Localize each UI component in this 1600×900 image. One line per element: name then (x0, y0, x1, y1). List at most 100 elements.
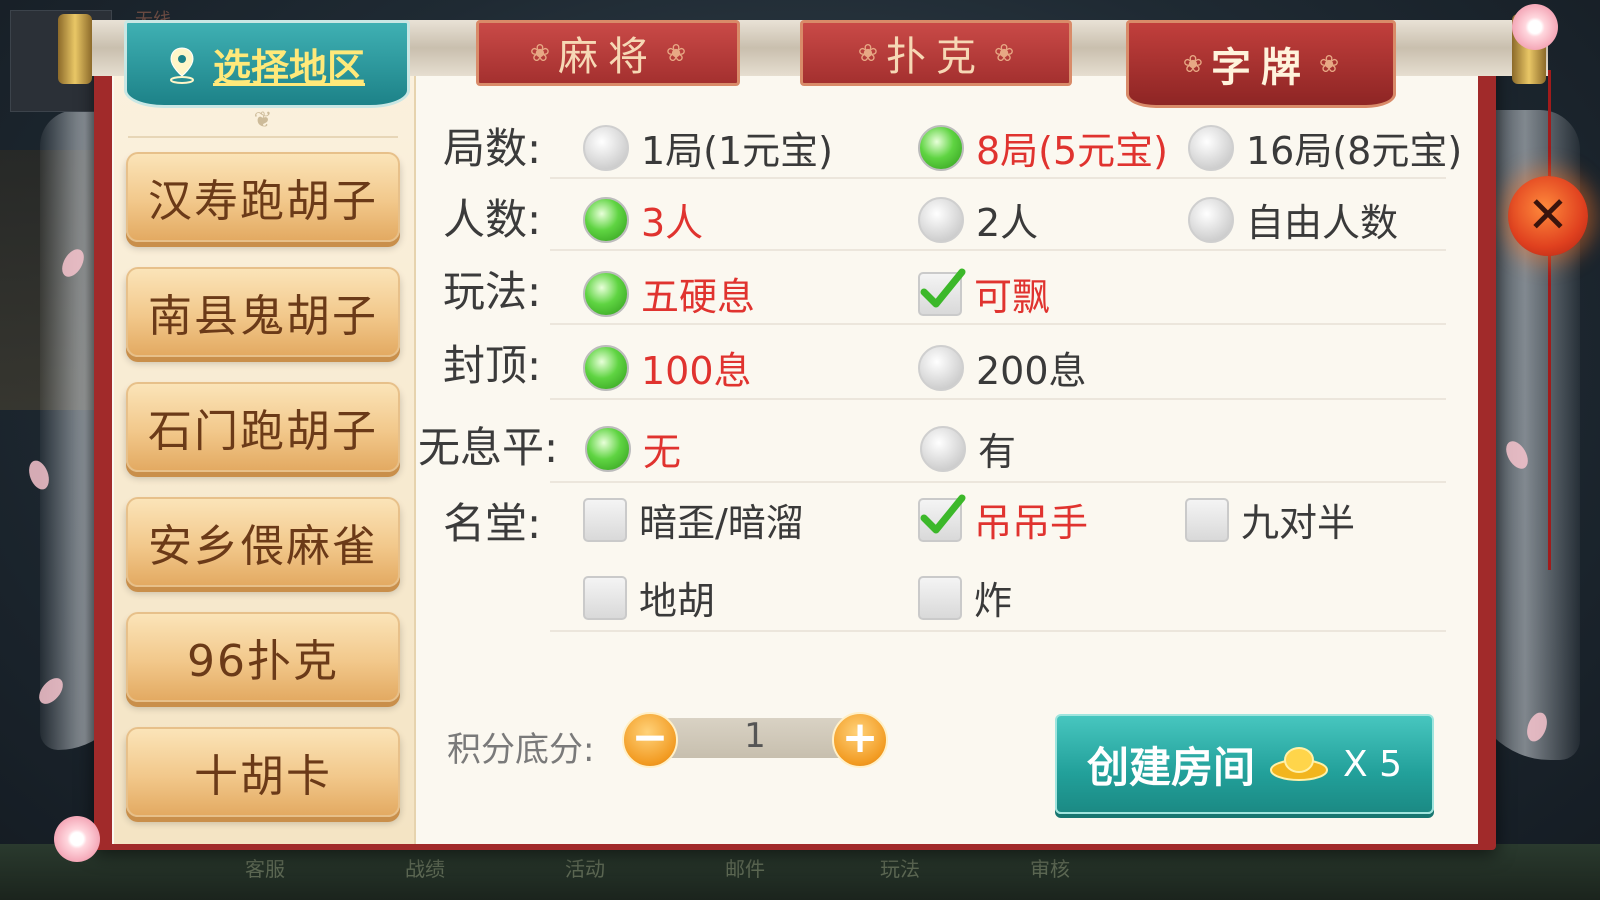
tab-mahjong-label: 麻将 (558, 34, 658, 80)
game-item[interactable]: 石门跑胡子 (126, 382, 400, 472)
option-label: 8局(5元宝) (976, 129, 1169, 173)
tab-mahjong[interactable]: ❀ 麻将 ❀ (476, 20, 740, 86)
cap-option-100[interactable]: 100息 (583, 340, 752, 395)
noxi-option-none[interactable]: 无 (585, 421, 681, 476)
radio-selected-icon (918, 124, 964, 171)
option-label: 地胡 (639, 579, 716, 623)
rounds-label: 局数: (443, 124, 542, 173)
nav-activity: 活动 (565, 857, 605, 881)
game-item[interactable]: 南县鬼胡子 (126, 267, 400, 357)
radio-icon (583, 124, 629, 171)
room-cost: X 5 (1343, 743, 1403, 785)
nav-rules: 玩法 (880, 857, 920, 881)
hall-option-dihu[interactable]: 地胡 (583, 570, 715, 625)
ornament-icon: ❀ (1319, 50, 1340, 78)
option-label: 九对半 (1241, 501, 1356, 545)
create-room-button[interactable]: 创建房间 X 5 (1055, 714, 1434, 814)
hall-option-zha[interactable]: 炸 (918, 570, 1012, 625)
row-divider (550, 398, 1446, 400)
tab-zipai-label: 字牌 (1211, 45, 1311, 91)
noxi-label: 无息平: (418, 423, 559, 472)
game-item[interactable]: 96扑克 (126, 612, 400, 702)
lantern-string (1548, 70, 1551, 570)
row-divider (550, 481, 1446, 483)
gold-ingot-icon (1269, 742, 1329, 786)
checkbox-icon (1185, 497, 1229, 542)
cap-option-200[interactable]: 200息 (918, 340, 1087, 395)
nav-record: 战绩 (405, 857, 445, 881)
bottom-nav-bar: 客服 战绩 活动 邮件 玩法 审核 (0, 844, 1600, 900)
nav-mail: 邮件 (725, 857, 765, 881)
ornament-icon: ❀ (1182, 50, 1203, 78)
region-select-button[interactable]: 选择地区 (124, 20, 410, 108)
hall-label: 名堂: (443, 499, 542, 548)
option-label: 吊吊手 (974, 501, 1089, 545)
option-label: 200息 (976, 349, 1087, 393)
nav-review: 审核 (1030, 857, 1070, 881)
players-option-free[interactable]: 自由人数 (1188, 192, 1398, 247)
option-label: 1局(1元宝) (641, 129, 834, 173)
radio-icon (918, 344, 964, 391)
play-option-kepiao[interactable]: 可飘 (918, 266, 1050, 321)
rounds-option-16[interactable]: 16局(8元宝) (1188, 120, 1462, 175)
game-item[interactable]: 十胡卡 (126, 727, 400, 817)
radio-selected-icon (583, 270, 629, 317)
cherry-blossom-icon (1512, 4, 1558, 50)
radio-selected-icon (585, 425, 631, 472)
row-divider (550, 177, 1446, 179)
players-option-2[interactable]: 2人 (918, 192, 1038, 247)
close-button[interactable]: ✕ (1508, 176, 1588, 256)
score-label: 积分底分: (447, 730, 595, 770)
hall-option-anwai[interactable]: 暗歪/暗溜 (583, 492, 804, 547)
option-label: 2人 (976, 201, 1039, 245)
play-option-wuyingxi[interactable]: 五硬息 (583, 266, 755, 321)
decrement-button[interactable]: − (622, 712, 678, 768)
row-divider (550, 249, 1446, 251)
players-label: 人数: (443, 195, 542, 244)
rounds-option-8[interactable]: 8局(5元宝) (918, 120, 1168, 175)
radio-icon (920, 425, 966, 472)
checkbox-checked-icon (918, 494, 966, 542)
rod-cap-left (58, 14, 92, 84)
tab-poker-label: 扑克 (886, 34, 986, 80)
radio-icon (918, 196, 964, 243)
nav-service: 客服 (245, 857, 285, 881)
rounds-option-1[interactable]: 1局(1元宝) (583, 120, 833, 175)
checkbox-icon (583, 575, 627, 620)
play-label: 玩法: (443, 267, 542, 316)
row-divider (550, 323, 1446, 325)
hall-option-jiuduiban[interactable]: 九对半 (1185, 492, 1355, 547)
cap-label: 封顶: (443, 341, 542, 390)
option-label: 暗歪/暗溜 (639, 501, 804, 545)
option-label: 无 (643, 430, 682, 474)
ornament-icon: ❀ (857, 39, 878, 67)
checkbox-icon (583, 497, 627, 542)
hall-option-diaodiaoshou[interactable]: 吊吊手 (918, 492, 1088, 547)
radio-icon (1188, 196, 1234, 243)
option-label: 自由人数 (1246, 201, 1399, 245)
game-item[interactable]: 汉寿跑胡子 (126, 152, 400, 242)
checkbox-icon (918, 575, 962, 620)
ornament-icon: ❀ (529, 39, 550, 67)
game-item[interactable]: 安乡偎麻雀 (126, 497, 400, 587)
option-label: 可飘 (974, 275, 1051, 319)
radio-selected-icon (583, 344, 629, 391)
location-pin-icon (169, 46, 195, 84)
option-label: 3人 (641, 201, 704, 245)
increment-button[interactable]: + (832, 712, 888, 768)
checkbox-checked-icon (918, 268, 966, 316)
sidebar-ornament: ❦ (128, 108, 398, 138)
ornament-icon: ❀ (666, 39, 687, 67)
tab-zipai[interactable]: ❀ 字牌 ❀ (1126, 20, 1396, 108)
radio-icon (1188, 124, 1234, 171)
radio-selected-icon (583, 196, 629, 243)
noxi-option-yes[interactable]: 有 (920, 421, 1016, 476)
option-label: 有 (978, 430, 1017, 474)
region-label: 选择地区 (212, 45, 365, 90)
create-room-label: 创建房间 (1086, 742, 1255, 792)
ornament-icon: ❀ (994, 39, 1015, 67)
option-label: 炸 (974, 579, 1013, 623)
option-label: 五硬息 (641, 275, 756, 319)
tab-poker[interactable]: ❀ 扑克 ❀ (800, 20, 1072, 86)
players-option-3[interactable]: 3人 (583, 192, 703, 247)
